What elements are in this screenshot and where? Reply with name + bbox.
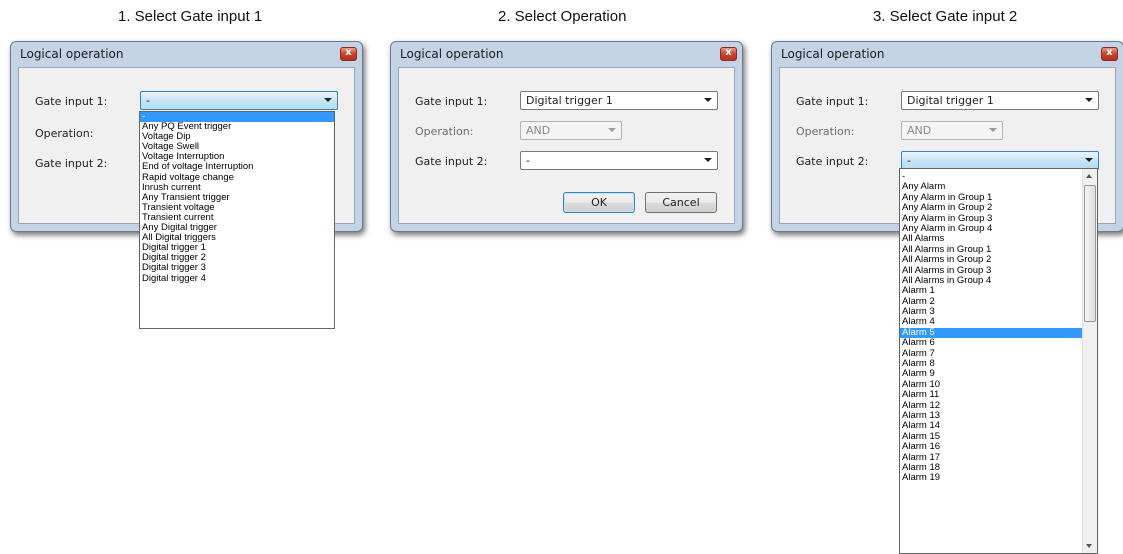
gate-input-2-label: Gate input 2:: [415, 155, 488, 168]
list-item[interactable]: Digital trigger 3: [140, 263, 334, 273]
scrollbar-thumb[interactable]: [1084, 185, 1096, 322]
dropdown-scrollbar[interactable]: [1082, 169, 1097, 553]
chevron-down-icon: [1085, 158, 1093, 162]
chevron-down-icon: [324, 98, 332, 102]
dialog-3-titlebar[interactable]: Logical operation x: [772, 42, 1123, 64]
operation-label: Operation:: [796, 125, 855, 138]
dialog-3-title: Logical operation: [781, 47, 885, 61]
gate-input-2-combo[interactable]: -: [520, 151, 718, 170]
chevron-down-icon: [704, 158, 712, 162]
caption-step-3: 3. Select Gate input 2: [873, 8, 1018, 25]
gate-input-2-label: Gate input 2:: [796, 155, 869, 168]
list-item[interactable]: All Alarms in Group 2: [900, 254, 1082, 265]
gate-input-1-label: Gate input 1:: [35, 95, 108, 108]
operation-label: Operation:: [35, 127, 94, 140]
operation-combo: AND: [901, 121, 1003, 140]
list-item[interactable]: Any Alarm in Group 2: [900, 202, 1082, 213]
gate-input-1-combo[interactable]: Digital trigger 1: [901, 91, 1099, 110]
chevron-down-icon: [608, 128, 616, 132]
dialog-2-title: Logical operation: [400, 47, 504, 61]
operation-value: AND: [526, 124, 551, 137]
gate-input-1-value: Digital trigger 1: [526, 94, 613, 107]
gate-input-1-combo[interactable]: -: [140, 91, 338, 110]
operation-label: Operation:: [415, 125, 474, 138]
gate-input-2-value: -: [526, 154, 530, 167]
gate-input-2-label: Gate input 2:: [35, 157, 108, 170]
close-icon: x: [1106, 47, 1113, 58]
scroll-up-arrow-icon[interactable]: [1086, 174, 1092, 178]
dialog-1-close-button[interactable]: x: [340, 47, 357, 61]
close-icon: x: [345, 47, 352, 58]
dialog-2-client: Gate input 1: Digital trigger 1 Operatio…: [398, 67, 735, 224]
chevron-down-icon: [704, 98, 712, 102]
list-item[interactable]: Digital trigger 4: [140, 273, 334, 284]
scroll-down-arrow-icon[interactable]: [1086, 544, 1092, 548]
chevron-down-icon: [989, 128, 997, 132]
operation-combo: AND: [520, 121, 622, 140]
chevron-down-icon: [1085, 98, 1093, 102]
dialog-2-titlebar[interactable]: Logical operation x: [391, 42, 742, 64]
dropdown-items: - Any Alarm Any Alarm in Group 1 Any Alarm …: [900, 171, 1082, 484]
ok-button[interactable]: OK: [563, 192, 635, 213]
caption-step-2: 2. Select Operation: [498, 8, 627, 25]
gate-input-2-value: -: [907, 154, 911, 167]
gate-input-1-dropdown-list[interactable]: - Any PQ Event trigger Voltage Dip Voltage …: [139, 111, 335, 329]
dialog-1-title: Logical operation: [20, 47, 124, 61]
list-item[interactable]: Alarm 16: [900, 441, 1082, 452]
gate-input-1-value: Digital trigger 1: [907, 94, 994, 107]
dialog-2: Logical operation x Gate input 1: Digita…: [390, 41, 743, 232]
dialog-2-close-button[interactable]: x: [720, 47, 737, 61]
cancel-button[interactable]: Cancel: [645, 192, 717, 213]
dialog-1-titlebar[interactable]: Logical operation x: [11, 42, 362, 64]
list-item[interactable]: Alarm 19: [900, 472, 1082, 483]
gate-input-1-value: -: [146, 94, 150, 107]
caption-step-1: 1. Select Gate input 1: [118, 8, 263, 25]
gate-input-2-dropdown-list[interactable]: - Any Alarm Any Alarm in Group 1 Any Alarm …: [899, 168, 1098, 554]
close-icon: x: [725, 47, 732, 58]
operation-value: AND: [907, 124, 932, 137]
gate-input-1-label: Gate input 1:: [796, 95, 869, 108]
gate-input-1-label: Gate input 1:: [415, 95, 488, 108]
dialog-3-close-button[interactable]: x: [1101, 47, 1118, 61]
gate-input-1-combo[interactable]: Digital trigger 1: [520, 91, 718, 110]
